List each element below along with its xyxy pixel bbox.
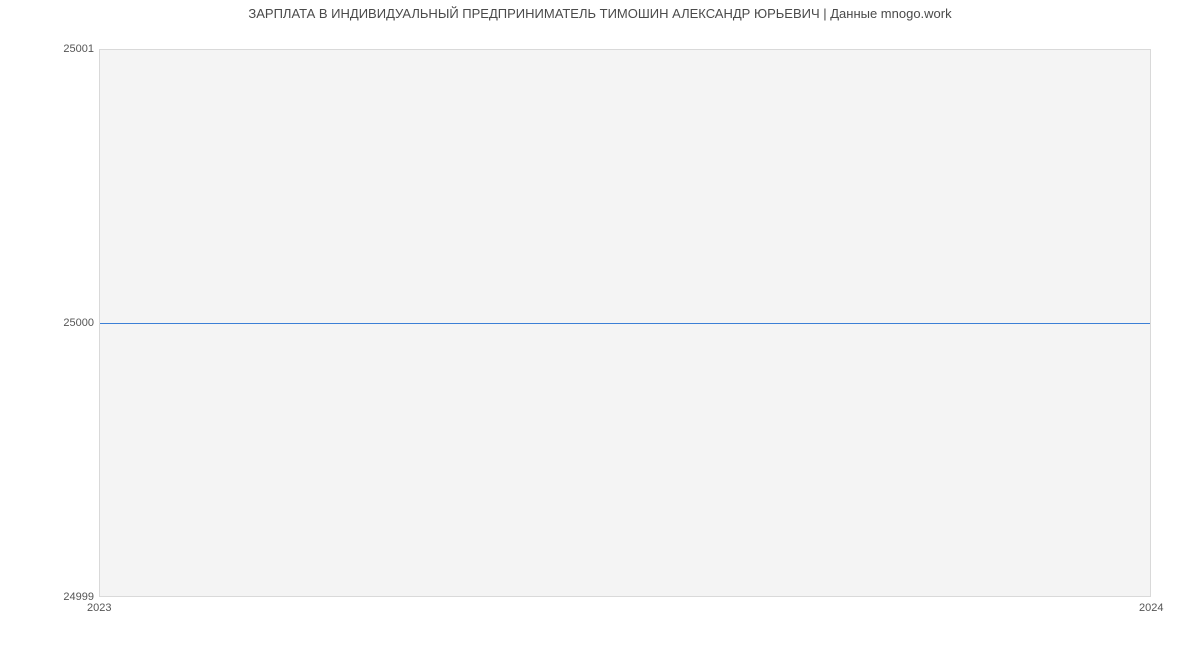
y-tick-top: 25001 [44,43,94,55]
x-tick-right: 2024 [1139,602,1163,614]
chart-container: ЗАРПЛАТА В ИНДИВИДУАЛЬНЫЙ ПРЕДПРИНИМАТЕЛ… [0,0,1200,650]
plot-area [99,49,1151,597]
data-line [100,323,1150,324]
chart-title: ЗАРПЛАТА В ИНДИВИДУАЛЬНЫЙ ПРЕДПРИНИМАТЕЛ… [0,6,1200,21]
x-tick-left: 2023 [87,602,111,614]
y-tick-mid: 25000 [44,317,94,329]
